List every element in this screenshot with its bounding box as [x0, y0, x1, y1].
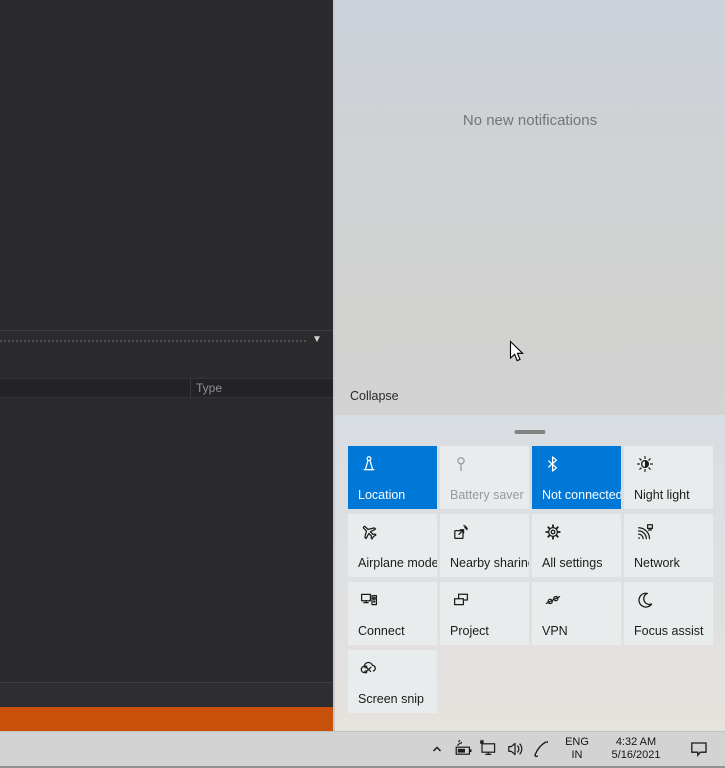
clock[interactable]: 4:32 AM 5/16/2021: [603, 736, 669, 762]
show-hidden-icons-button[interactable]: [423, 732, 450, 766]
quick-action-night-light[interactable]: Night light: [624, 446, 713, 509]
connect-icon: [359, 590, 379, 610]
divider: [0, 330, 333, 331]
taskbar: ENG IN 4:32 AM 5/16/2021: [0, 731, 725, 768]
quick-action-label: Not connected: [542, 488, 621, 502]
quick-action-label: Project: [450, 624, 489, 638]
quick-action-label: Battery saver: [450, 488, 524, 502]
quick-action-label: Nearby sharing: [450, 556, 529, 570]
quick-action-label: Focus assist: [634, 624, 703, 638]
quick-action-focus-assist[interactable]: Focus assist: [624, 582, 713, 645]
screen-snip-icon: [359, 658, 379, 678]
background-app-window: ▼ Type: [0, 0, 333, 731]
quick-action-connect[interactable]: Connect: [348, 582, 437, 645]
action-center-panel: No new notifications Collapse Location Ba…: [333, 0, 725, 731]
chevron-down-icon[interactable]: ▼: [312, 334, 322, 346]
quick-action-label: Screen snip: [358, 692, 424, 706]
windows-ink-button[interactable]: [529, 732, 555, 766]
battery-charging-icon: [453, 739, 473, 759]
night-light-icon: [635, 454, 655, 474]
vpn-icon: [543, 590, 563, 610]
quick-action-project[interactable]: Project: [440, 582, 529, 645]
quick-action-battery-saver[interactable]: Battery saver: [440, 446, 529, 509]
quick-actions-section: Location Battery saver Not connected Night …: [335, 415, 725, 731]
app-lower-strip: [0, 683, 333, 707]
battery-saver-icon: [451, 454, 471, 474]
quick-action-all-settings[interactable]: All settings: [532, 514, 621, 577]
nearby-sharing-icon: [451, 522, 471, 542]
collapse-link[interactable]: Collapse: [350, 389, 399, 403]
location-icon: [359, 454, 379, 474]
windows-ink-pen-icon: [532, 739, 552, 759]
quick-action-vpn[interactable]: VPN: [532, 582, 621, 645]
quick-action-label: Network: [634, 556, 680, 570]
clock-date: 5/16/2021: [603, 749, 669, 762]
volume-tray-button[interactable]: [502, 732, 529, 766]
quick-action-airplane-mode[interactable]: Airplane mode: [348, 514, 437, 577]
hidden-icons-chevron-icon: [430, 742, 444, 756]
app-status-bar: [0, 707, 333, 731]
language-indicator[interactable]: ENG IN: [557, 736, 597, 762]
quick-action-label: Connect: [358, 624, 405, 638]
quick-action-label: Location: [358, 488, 405, 502]
volume-icon: [506, 739, 526, 759]
network-display-icon: [479, 739, 499, 759]
quick-action-label: All settings: [542, 556, 602, 570]
quick-action-nearby-sharing[interactable]: Nearby sharing: [440, 514, 529, 577]
screen: ▼ Type No new notifications Collapse Loc…: [0, 0, 725, 768]
network-icon: [635, 522, 655, 542]
quick-action-screen-snip[interactable]: Screen snip: [348, 650, 437, 713]
quick-action-bluetooth[interactable]: Not connected: [532, 446, 621, 509]
action-center-button[interactable]: [679, 732, 719, 766]
quick-action-network[interactable]: Network: [624, 514, 713, 577]
column-divider: [190, 379, 191, 397]
clock-time: 4:32 AM: [603, 736, 669, 749]
bluetooth-icon: [543, 454, 563, 474]
focus-assist-icon: [635, 590, 655, 610]
quick-actions-grid: Location Battery saver Not connected Night …: [348, 446, 713, 713]
quick-action-location[interactable]: Location: [348, 446, 437, 509]
no-notifications-message: No new notifications: [335, 112, 725, 129]
airplane-icon: [359, 522, 379, 542]
quick-action-label: Airplane mode: [358, 556, 437, 570]
grid-header-row: Type: [0, 378, 333, 398]
column-header-type[interactable]: Type: [196, 379, 222, 397]
battery-tray-button[interactable]: [450, 732, 476, 766]
network-tray-button[interactable]: [476, 732, 502, 766]
drag-handle[interactable]: [515, 430, 546, 434]
settings-gear-icon: [543, 522, 563, 542]
language-line2: IN: [557, 749, 597, 762]
language-line1: ENG: [557, 736, 597, 749]
project-icon: [451, 590, 471, 610]
quick-action-label: Night light: [634, 488, 690, 502]
dotted-separator: [0, 340, 306, 342]
quick-action-label: VPN: [542, 624, 568, 638]
action-center-icon: [689, 739, 709, 759]
